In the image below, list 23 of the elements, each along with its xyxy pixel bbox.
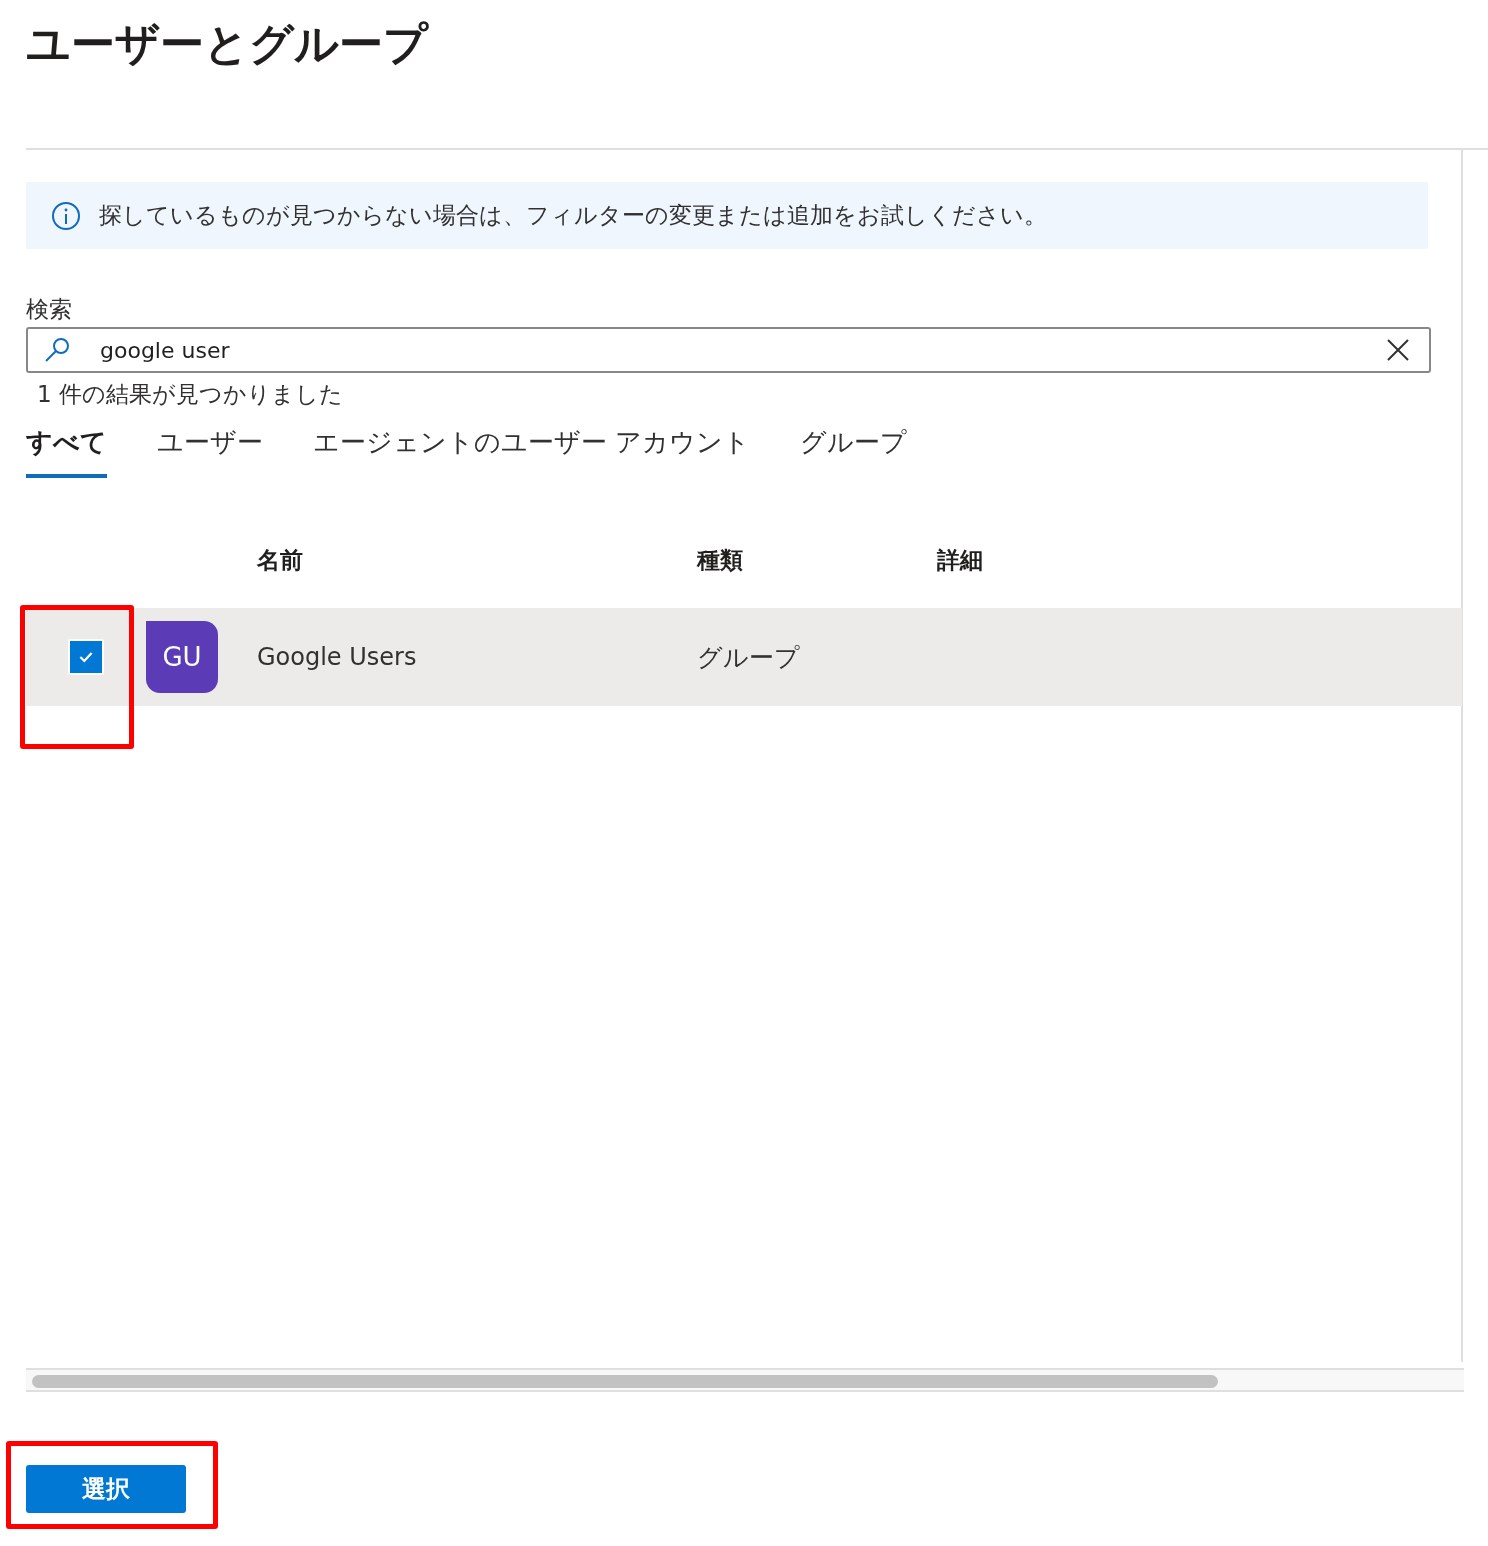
column-header: 名前 bbox=[257, 545, 304, 575]
scrollbar-thumb[interactable] bbox=[32, 1375, 1218, 1388]
table-cell-text: Google Users bbox=[257, 643, 418, 671]
scrollbar[interactable] bbox=[26, 1368, 1464, 1392]
tab[interactable]: エージェントのユーザー アカウント bbox=[313, 425, 751, 478]
search-field[interactable]: google user bbox=[26, 327, 1431, 373]
close-icon bbox=[1385, 337, 1411, 363]
info-text: 探しているものが見つからない場合は、フィルターの変更または追加をお試しください。 bbox=[99, 201, 1047, 230]
search-label: 検索 bbox=[26, 295, 73, 324]
table-cell-text: グループ bbox=[697, 641, 801, 674]
tab[interactable]: ユーザー bbox=[157, 425, 263, 478]
group-avatar: GU bbox=[146, 621, 218, 693]
select-button[interactable]: 選択 bbox=[26, 1465, 186, 1513]
checkbox[interactable] bbox=[68, 639, 104, 675]
result-count: 1 件の結果が見つかりました bbox=[37, 380, 344, 409]
tab[interactable]: グループ bbox=[800, 425, 908, 478]
clear-button[interactable] bbox=[1385, 337, 1411, 363]
column-header: 詳細 bbox=[937, 545, 983, 575]
column-header: 種類 bbox=[697, 545, 744, 575]
page-title: ユーザーとグループ bbox=[26, 17, 430, 71]
tab[interactable]: すべて bbox=[26, 425, 107, 478]
info-icon bbox=[51, 200, 81, 231]
table-row[interactable]: GU Google Users グループ bbox=[26, 608, 1462, 706]
